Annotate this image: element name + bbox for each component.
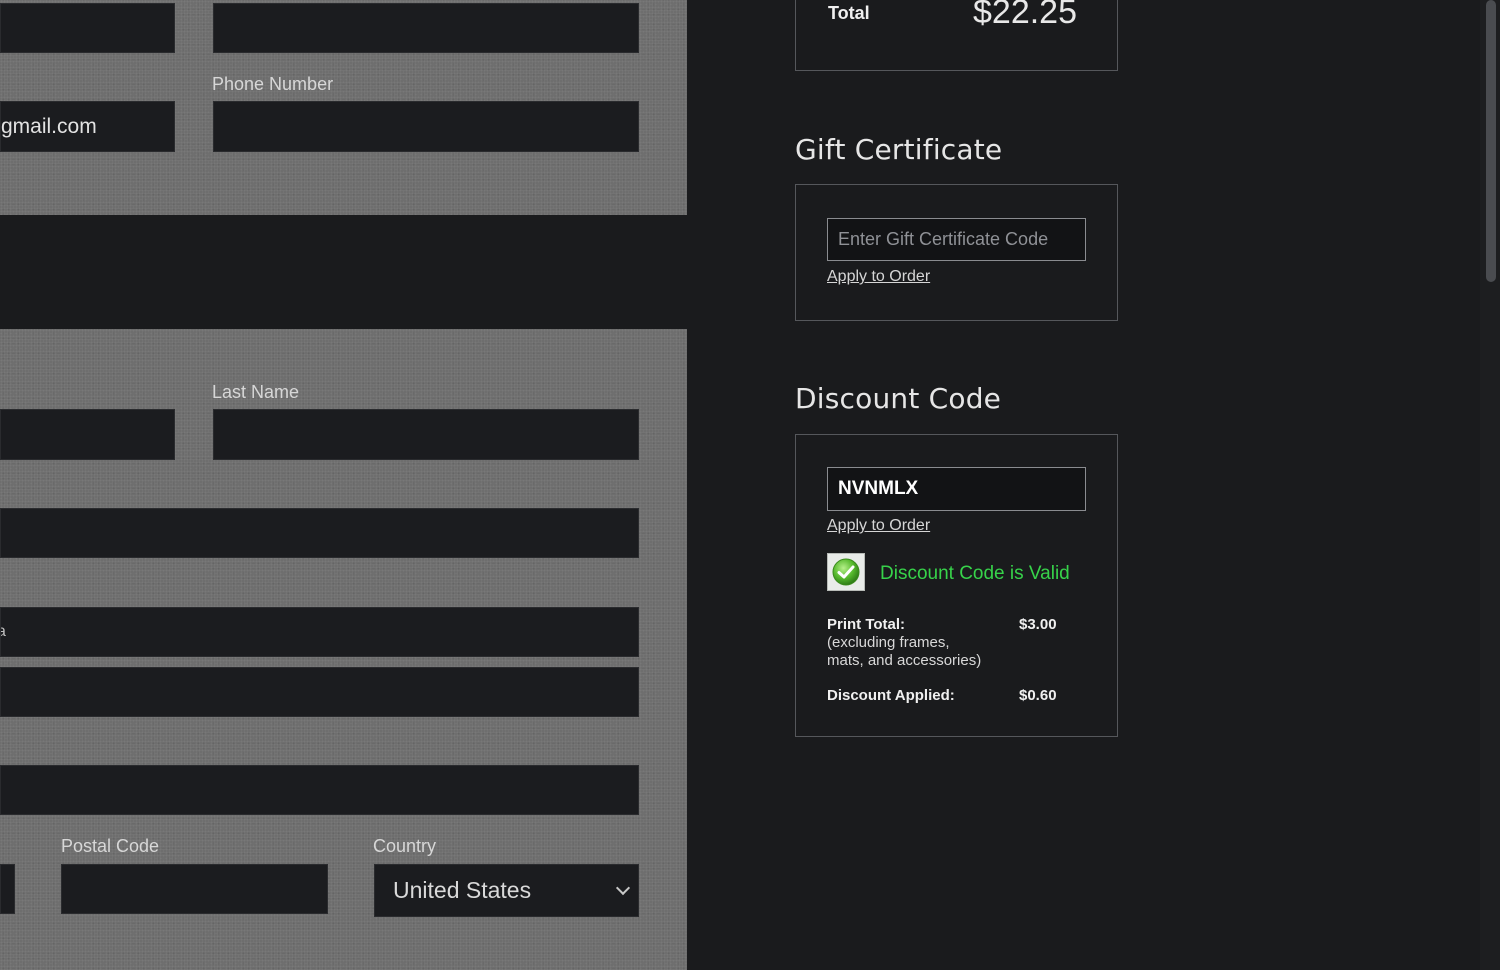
print-total-value: $3.00: [1019, 616, 1057, 633]
discount-applied-label-block: Discount Applied:: [827, 687, 955, 705]
discount-code-box: NVNMLX Apply to Order Discount Code is V…: [795, 434, 1118, 737]
print-total-note-1: (excluding frames,: [827, 634, 950, 651]
last-name-label: Last Name: [212, 382, 300, 402]
address-field-2[interactable]: a: [0, 607, 639, 657]
country-label: Country: [373, 836, 437, 856]
country-select-value: United States: [393, 877, 532, 903]
last-name-field[interactable]: [213, 409, 639, 460]
discount-code-heading: Discount Code: [795, 382, 1002, 415]
print-total-label: Print Total:: [827, 616, 906, 633]
print-total-note-2: mats, and accessories): [827, 652, 982, 669]
discount-applied-value: $0.60: [1019, 687, 1057, 704]
shipping-form-panel: Last Name a Postal Code Country United S…: [0, 329, 687, 970]
order-total-label: Total: [828, 3, 870, 23]
billing-form-panel: gmail.com Phone Number: [0, 0, 687, 215]
phone-number-label: Phone Number: [212, 74, 334, 94]
first-name-field[interactable]: [0, 409, 175, 460]
email-field-value: gmail.com: [1, 114, 97, 138]
check-icon: [827, 553, 865, 591]
discount-valid-status: Discount Code is Valid: [880, 563, 1070, 584]
address-field-2-text-fragment: a: [1, 623, 6, 641]
discount-code-apply-link[interactable]: Apply to Order: [827, 517, 930, 535]
country-select[interactable]: United States: [374, 864, 639, 917]
discount-applied-value-block: $0.60: [1019, 687, 1057, 705]
discount-code-value: NVNMLX: [838, 478, 919, 499]
discount-applied-label: Discount Applied:: [827, 687, 955, 704]
gift-certificate-placeholder: Enter Gift Certificate Code: [838, 229, 1049, 249]
city-field[interactable]: [0, 765, 639, 815]
order-total-box: Total $22.25: [795, 0, 1118, 71]
gift-certificate-apply-link[interactable]: Apply to Order: [827, 268, 930, 286]
email-field[interactable]: gmail.com: [0, 101, 175, 152]
billing-field-1[interactable]: [0, 3, 175, 53]
billing-field-2[interactable]: [213, 3, 639, 53]
address-field-1[interactable]: [0, 508, 639, 558]
chevron-down-icon: [615, 880, 631, 895]
gift-certificate-input[interactable]: Enter Gift Certificate Code: [827, 218, 1086, 261]
phone-number-field[interactable]: [213, 101, 639, 152]
postal-code-field[interactable]: [61, 864, 328, 914]
scrollbar-thumb[interactable]: [1486, 0, 1496, 282]
order-total-amount: $22.25: [973, 0, 1077, 31]
gift-certificate-box: Enter Gift Certificate Code Apply to Ord…: [795, 184, 1118, 321]
gift-certificate-heading: Gift Certificate: [795, 133, 1003, 166]
print-total-label-block: Print Total: (excluding frames, mats, an…: [827, 616, 981, 670]
postal-code-label: Postal Code: [61, 836, 160, 856]
address-field-3[interactable]: [0, 667, 639, 717]
discount-code-input[interactable]: NVNMLX: [827, 467, 1086, 511]
state-field[interactable]: [0, 864, 15, 914]
print-total-value-block: $3.00: [1019, 616, 1057, 634]
